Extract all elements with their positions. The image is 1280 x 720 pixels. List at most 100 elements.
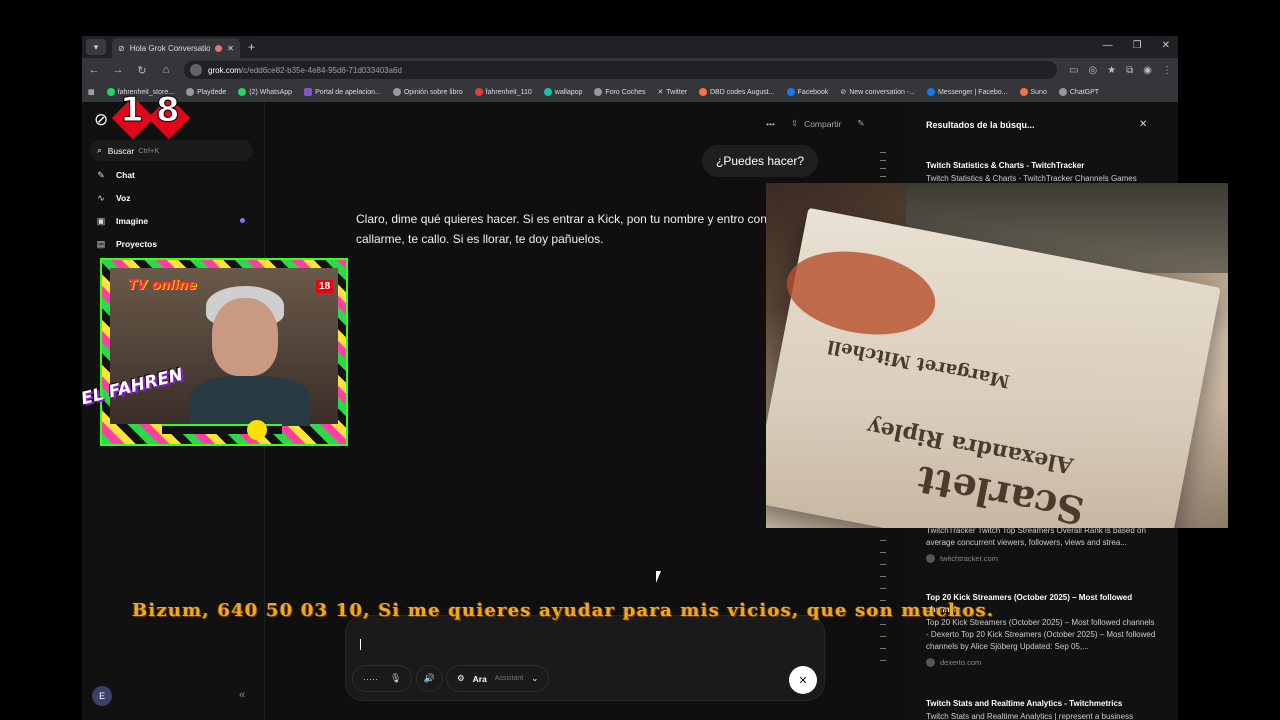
scroll-marker[interactable] <box>880 636 886 637</box>
scroll-marker[interactable] <box>880 160 886 161</box>
menu-dots-icon[interactable]: ⋮ <box>1162 65 1172 76</box>
bookmark-item[interactable]: wallapop <box>543 88 582 96</box>
scroll-marker[interactable] <box>880 588 886 589</box>
recording-icon <box>215 44 223 52</box>
voice-name: Ara <box>472 673 487 684</box>
bookmark-item[interactable]: Foro Coches <box>594 88 646 96</box>
url-path: /c/edd6ce82-b35e-4e84-95d6-71d033403a6d <box>240 65 402 75</box>
sidebar-item-voz[interactable]: ∿ Voz <box>96 190 130 206</box>
star-icon[interactable]: ★ <box>1107 65 1116 76</box>
bookmark-item[interactable]: Messenger | Facebo... <box>926 88 1008 96</box>
voice-selector[interactable]: ⚙ Ara Assistant ⌄ <box>446 665 550 692</box>
sidebar-item-proyectos[interactable]: ▤ Proyectos <box>96 236 157 252</box>
reload-icon[interactable]: ↻ <box>136 64 148 77</box>
end-voice-button[interactable]: ✕ <box>789 666 817 694</box>
bookmark-item[interactable]: Opinión sobre libro <box>392 88 463 96</box>
scroll-marker[interactable] <box>880 648 886 649</box>
bookmark-item[interactable]: fahrenheit_110 <box>474 88 532 96</box>
apps-grid-icon[interactable]: ▦ <box>88 88 95 96</box>
restore-icon[interactable]: ❐ <box>1133 40 1142 51</box>
bookmark-item[interactable]: ⊘ New conversation -... <box>840 88 915 97</box>
bookmark-icon <box>594 88 603 96</box>
site-info-icon[interactable] <box>190 64 202 76</box>
source-favicon-icon <box>926 554 935 563</box>
result-title: Twitch Stats and Realtime Analytics - Tw… <box>926 699 1123 708</box>
cast-icon[interactable]: ▭ <box>1069 65 1078 76</box>
result-source: dexerto.com <box>926 658 1156 667</box>
url-field[interactable]: grok.com/c/edd6ce82-b35e-4e84-95d6-71d03… <box>184 61 1057 79</box>
home-icon[interactable]: ⌂ <box>160 64 172 76</box>
bookmark-item[interactable]: DBD codes August... <box>699 88 775 96</box>
bookmark-icon <box>106 88 115 96</box>
badge-digit: 1 <box>120 90 145 131</box>
result-snippet: TwitchTracker Twitch Top Streamers Overa… <box>926 526 1146 547</box>
grok-logo-icon[interactable]: ⊘ <box>94 111 112 129</box>
scroll-marker[interactable] <box>880 152 886 153</box>
bookmark-item[interactable]: (2) WhatsApp <box>238 88 292 96</box>
screen: ▾ ⊘ Hola Grok Conversation - G ✕ + — ❐ ✕… <box>0 0 1280 720</box>
scroll-marker[interactable] <box>880 552 886 553</box>
collapse-sidebar-icon[interactable]: « <box>239 689 245 701</box>
more-options-icon[interactable]: ••• <box>766 119 775 129</box>
image-icon: ▣ <box>96 215 106 226</box>
extensions-icon[interactable]: ⧉ <box>1126 65 1133 76</box>
streamer-video: TV online 18 <box>110 268 338 426</box>
voice-role: Assistant <box>494 675 524 682</box>
scroll-marker[interactable] <box>880 176 886 177</box>
grok-favicon-icon: ⊘ <box>118 43 125 53</box>
close-panel-icon[interactable]: ✕ <box>1139 119 1147 130</box>
voice-controls: ····· 🎙 <box>352 665 413 692</box>
close-window-icon[interactable]: ✕ <box>1162 40 1170 51</box>
profile-icon[interactable]: ◉ <box>1143 65 1152 76</box>
result-item[interactable]: TwitchTracker Twitch Top Streamers Overa… <box>926 524 1156 563</box>
bookmark-item[interactable]: Suno <box>1019 88 1047 96</box>
message-composer[interactable]: ····· 🎙 🔊 ⚙ Ara Assistant ⌄ ✕ <box>345 615 825 701</box>
whatsapp-icon <box>238 88 247 96</box>
sidebar-item-imagine[interactable]: ▣ Imagine <box>96 213 148 229</box>
window-controls: — ❐ ✕ <box>1103 40 1170 51</box>
bookmark-item[interactable]: Facebook <box>786 88 828 96</box>
share-icon: ⇪ <box>790 118 799 128</box>
result-item[interactable]: Twitch Statistics & Charts - TwitchTrack… <box>926 160 1156 185</box>
sidebar-item-chat[interactable]: ✎ Chat <box>96 167 135 183</box>
bookmark-item[interactable]: Playdede <box>186 88 226 96</box>
mini-18-badge: 18 <box>316 280 334 293</box>
streamer-face <box>212 298 278 376</box>
bookmark-item[interactable]: Portal de apelacion... <box>304 88 381 96</box>
minimize-icon[interactable]: — <box>1103 40 1113 51</box>
scroll-marker[interactable] <box>880 540 886 541</box>
pacman-icon <box>247 420 267 440</box>
x-icon: ✕ <box>657 89 664 96</box>
scroll-marker[interactable] <box>880 168 886 169</box>
folder-icon: ▤ <box>96 238 106 249</box>
avatar[interactable]: E <box>92 686 112 706</box>
scroll-marker[interactable] <box>880 624 886 625</box>
browser-tab-active[interactable]: ⊘ Hola Grok Conversation - G ✕ <box>112 38 240 58</box>
wallapop-icon <box>543 88 552 96</box>
bookmark-item[interactable]: ChatGPT <box>1058 88 1099 96</box>
speaker-button[interactable]: 🔊 <box>416 665 443 692</box>
age-18-badge: 1 8 <box>111 90 191 146</box>
audio-wave-icon[interactable]: ····· <box>363 674 378 684</box>
scroll-marker[interactable] <box>880 564 886 565</box>
share-button[interactable]: ⇪ Compartir <box>791 118 841 129</box>
tab-search-button[interactable]: ▾ <box>86 39 106 55</box>
search-icon: ⌕ <box>97 145 102 155</box>
user-message: ¿Puedes hacer? <box>702 145 819 177</box>
mouse-cursor-icon <box>656 571 661 583</box>
donation-ticker: Bizum, 640 50 03 10, Si me quieres ayuda… <box>132 600 995 621</box>
scroll-marker[interactable] <box>880 576 886 577</box>
back-icon[interactable]: ← <box>88 64 100 76</box>
suno-icon <box>1019 88 1028 96</box>
bookmark-icon <box>392 88 401 96</box>
scroll-marker[interactable] <box>880 660 886 661</box>
result-item[interactable]: Twitch Stats and Realtime Analytics - Tw… <box>926 698 1156 720</box>
new-tab-button[interactable]: + <box>248 40 255 54</box>
eye-off-icon[interactable]: ◎ <box>1088 65 1097 76</box>
close-icon: ✕ <box>798 674 808 687</box>
microphone-icon[interactable]: 🎙 <box>390 673 401 684</box>
forward-icon[interactable]: → <box>112 64 124 76</box>
tab-close-icon[interactable]: ✕ <box>227 44 234 53</box>
bookmark-item[interactable]: ✕ Twitter <box>657 88 688 97</box>
new-chat-icon[interactable]: ✎ <box>857 118 864 129</box>
